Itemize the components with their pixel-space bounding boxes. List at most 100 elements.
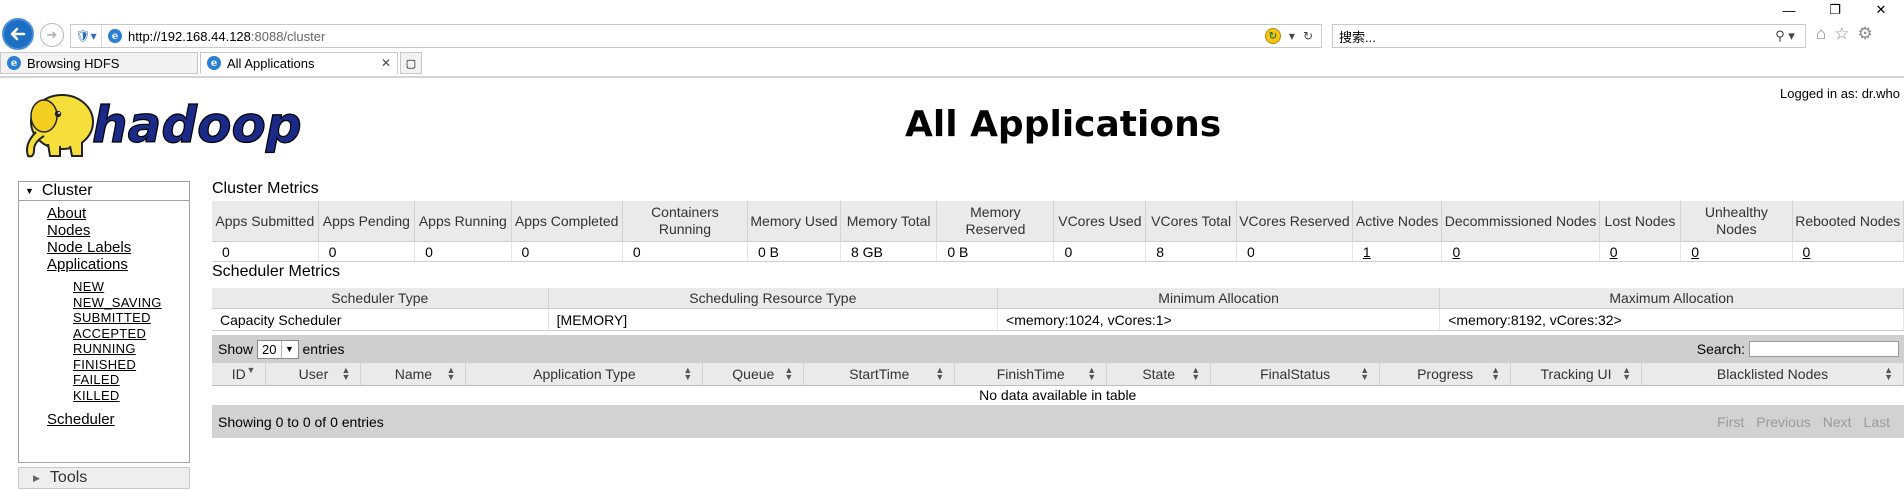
search-icon[interactable]: ⚲ ▾ (1765, 28, 1805, 44)
sidebar-link-scheduler[interactable]: Scheduler (47, 411, 189, 428)
state-link-killed[interactable]: KILLED (73, 388, 189, 404)
sidebar-link-node-labels[interactable]: Node Labels (47, 239, 189, 256)
gear-icon[interactable]: ⚙ (1858, 24, 1873, 44)
browser-chrome: — ❐ ✕ ➔ 🛡▾ e http://192.168.44.128:8088/… (0, 0, 1904, 78)
cluster-menu: About Nodes Node Labels Applications NEW… (18, 201, 190, 463)
sidebar-cluster-header[interactable]: ▼ Cluster (18, 181, 190, 201)
metric-value-active-nodes: 1 (1352, 241, 1443, 262)
state-link-accepted[interactable]: ACCEPTED (73, 326, 189, 342)
metric-link-rebooted-nodes[interactable]: 0 (1803, 244, 1811, 260)
back-button[interactable] (2, 18, 34, 50)
tools-label: Tools (49, 469, 88, 486)
table-info: Showing 0 to 0 of 0 entries (218, 413, 384, 430)
sidebar-link-about[interactable]: About (47, 205, 189, 222)
sort-both-icon: ▲ ▼ (683, 365, 693, 382)
column-header-queue[interactable]: Queue ▲ ▼ (702, 363, 805, 386)
sidebar-tools-header[interactable]: ▶ Tools (18, 467, 190, 489)
sort-both-icon: ▲ ▼ (1191, 365, 1201, 382)
metric-value-rebooted-nodes: 0 (1792, 241, 1904, 262)
column-header-finishtime[interactable]: FinishTime ▲ ▼ (954, 363, 1108, 386)
sort-both-icon: ▲ ▼ (1087, 365, 1097, 382)
metric-link-active-nodes[interactable]: 1 (1363, 244, 1371, 260)
page-title: All Applications (905, 104, 1222, 145)
column-label: Blacklisted Nodes (1716, 366, 1829, 382)
metric-header-unhealthy-nodes: Unhealthy Nodes (1680, 201, 1793, 242)
svg-text:hadoop: hadoop (92, 96, 302, 154)
sidebar-link-nodes[interactable]: Nodes (47, 222, 189, 239)
column-header-blacklisted-nodes[interactable]: Blacklisted Nodes ▲ ▼ (1641, 363, 1904, 386)
column-header-starttime[interactable]: StartTime ▲ ▼ (803, 363, 956, 386)
state-link-submitted[interactable]: SUBMITTED (73, 310, 189, 326)
metric-header-apps-submitted: Apps Submitted (212, 201, 319, 242)
browser-search-box[interactable]: 搜索... ⚲ ▾ (1332, 24, 1806, 48)
metric-value-apps-pending: 0 (318, 241, 416, 262)
column-header-application-type[interactable]: Application Type ▲ ▼ (465, 363, 704, 386)
cluster-metrics-title: Cluster Metrics (212, 180, 319, 197)
state-link-finished[interactable]: FINISHED (73, 357, 189, 373)
state-link-new-saving[interactable]: NEW_SAVING (73, 295, 189, 311)
tab-all-applications[interactable]: e All Applications ✕ (200, 52, 398, 74)
close-window-button[interactable]: ✕ (1858, 0, 1904, 20)
metric-value-apps-submitted: 0 (212, 241, 319, 262)
minimize-button[interactable]: — (1766, 0, 1812, 20)
url-host: http://192.168.44.128 (128, 28, 251, 44)
first-page-button[interactable]: First (1711, 414, 1750, 430)
address-bar[interactable]: 🛡▾ e http://192.168.44.128:8088/cluster … (70, 24, 1322, 48)
column-header-id[interactable]: ID ▼ (212, 363, 267, 386)
logged-in-user: Logged in as: dr.who (1780, 86, 1900, 101)
tab-label: All Applications (227, 55, 315, 71)
metric-value-memory-used: 0 B (747, 241, 841, 262)
next-page-button[interactable]: Next (1817, 414, 1858, 430)
restore-button[interactable]: ❐ (1812, 0, 1858, 20)
metric-link-lost-nodes[interactable]: 0 (1610, 244, 1618, 260)
state-link-running[interactable]: RUNNING (73, 341, 189, 357)
home-icon[interactable]: ⌂ (1816, 24, 1826, 44)
refresh-icon[interactable]: ↻ (1303, 29, 1313, 43)
sidebar-nav: ▼ Cluster About Nodes Node Labels Applic… (18, 181, 190, 489)
metric-value-memory-reserved: 0 B (936, 241, 1055, 262)
state-link-failed[interactable]: FAILED (73, 372, 189, 388)
metric-header-memory-reserved: Memory Reserved (936, 201, 1055, 242)
forward-button[interactable]: ➔ (40, 23, 64, 47)
column-header-state[interactable]: State ▲ ▼ (1106, 363, 1212, 386)
metric-value-decommissioned-nodes: 0 (1441, 241, 1600, 262)
sort-desc-icon: ▼ (246, 365, 256, 375)
metric-value-lost-nodes: 0 (1599, 241, 1682, 262)
entries-value: 20 (262, 341, 277, 357)
apps-search-input[interactable] (1749, 341, 1899, 357)
scheduler-value-minimum-allocation: <memory:1024, vCores:1> (997, 308, 1441, 331)
column-header-tracking-ui[interactable]: Tracking UI ▲ ▼ (1510, 363, 1643, 386)
metric-header-rebooted-nodes: Rebooted Nodes (1792, 201, 1904, 242)
column-label: Queue (732, 366, 775, 382)
column-header-name[interactable]: Name ▲ ▼ (360, 363, 467, 386)
metric-header-active-nodes: Active Nodes (1352, 201, 1443, 242)
chrome-divider (0, 76, 1904, 78)
tab-browsing-hdfs[interactable]: e Browsing HDFS (0, 52, 198, 74)
compatibility-icon[interactable]: ↻ (1264, 28, 1281, 44)
apps-table-footer: Showing 0 to 0 of 0 entries First Previo… (212, 405, 1904, 438)
metric-header-apps-pending: Apps Pending (318, 201, 416, 242)
toolbar-icons: ⌂ ☆ ⚙ (1816, 24, 1873, 44)
dropdown-chevron-icon[interactable]: ▾ (1289, 29, 1295, 43)
state-link-new[interactable]: NEW (73, 279, 189, 295)
scheduler-metrics-title: Scheduler Metrics (212, 263, 341, 280)
entries-label: entries (302, 341, 345, 357)
last-page-button[interactable]: Last (1858, 414, 1896, 430)
sidebar-link-applications[interactable]: Applications (47, 256, 189, 273)
metric-link-unhealthy-nodes[interactable]: 0 (1691, 244, 1699, 260)
url-text[interactable]: http://192.168.44.128:8088/cluster (128, 29, 1265, 44)
favorites-star-icon[interactable]: ☆ (1834, 24, 1849, 44)
empty-table-message: No data available in table (979, 387, 1137, 403)
new-tab-button[interactable]: ▢ (400, 52, 422, 74)
close-tab-icon[interactable]: ✕ (381, 56, 391, 70)
metric-value-memory-total: 8 GB (840, 241, 938, 262)
metric-header-vcores-total: VCores Total (1145, 201, 1237, 242)
previous-page-button[interactable]: Previous (1750, 414, 1816, 430)
metric-link-decommissioned-nodes[interactable]: 0 (1452, 244, 1460, 260)
metric-value-apps-running: 0 (414, 241, 512, 262)
entries-per-page-select[interactable]: 20 ▼ (257, 339, 299, 359)
site-shield-icon[interactable]: 🛡▾ (71, 25, 102, 47)
column-header-progress[interactable]: Progress ▲ ▼ (1379, 363, 1512, 386)
column-header-user[interactable]: User ▲ ▼ (265, 363, 362, 386)
column-header-finalstatus[interactable]: FinalStatus ▲ ▼ (1210, 363, 1381, 386)
